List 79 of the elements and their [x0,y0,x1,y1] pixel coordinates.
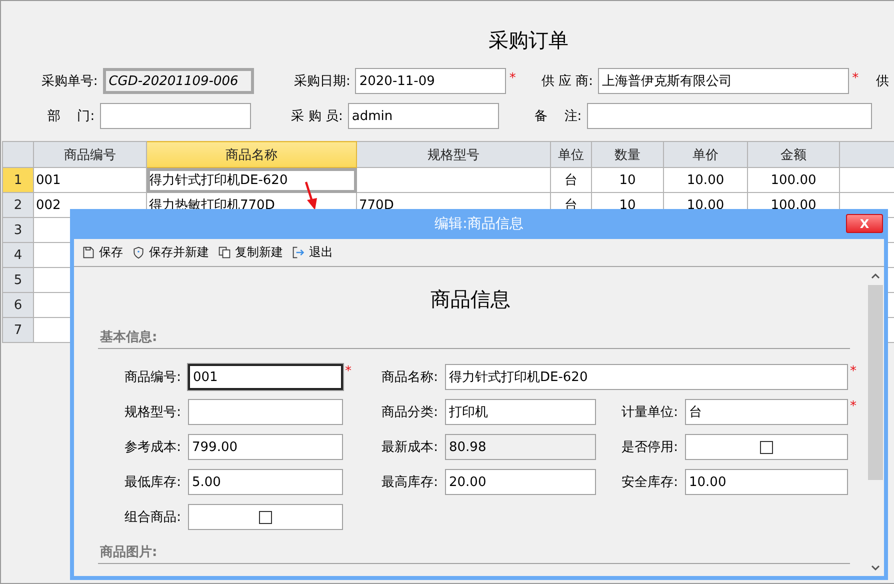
column-header[interactable]: 单价 [664,142,748,168]
arrow-icon [303,181,319,211]
column-header[interactable]: 规格型号 [356,142,550,168]
input-field[interactable]: 001 [188,364,343,390]
field-label: 组合商品: [124,509,182,526]
row-header[interactable]: 1 [2,168,34,192]
checkbox[interactable] [760,440,773,454]
exit-icon [292,246,305,259]
form-heading: 商品信息 [430,286,512,313]
corner-cell [2,142,34,168]
dialog-title: 编辑:商品信息 [434,215,524,233]
input-field[interactable] [100,103,251,129]
input-field[interactable]: 5.00 [188,469,343,495]
row-header[interactable]: 3 [2,218,34,242]
section-title: 商品图片: [100,545,158,560]
row-header[interactable]: 6 [2,292,34,318]
scroll-thumb[interactable] [868,285,883,480]
required-mark: * [849,399,858,414]
field-label: 规格型号: [124,404,182,421]
input-field[interactable]: 上海普伊克斯有限公司 [598,68,850,94]
toolbar-button[interactable]: 保存并新建 [132,244,209,261]
field-label: 部 门: [48,109,95,124]
field-label: 是否停用: [620,439,679,456]
field-label: 供 应 商: [541,74,594,89]
input-field[interactable]: 台 [685,399,848,425]
floppy-icon [82,246,95,259]
input-field[interactable]: 得力针式打印机DE-620 [445,364,848,390]
checkbox[interactable] [259,510,272,524]
field-label: 最低库存: [124,474,182,491]
row-header[interactable]: 2 [2,192,34,218]
column-header[interactable]: 数量 [592,142,664,168]
field-label: 备 注: [534,109,582,124]
input-field[interactable]: 80.98 [445,434,596,460]
input-field[interactable]: 打印机 [445,399,596,425]
row-header[interactable]: 4 [2,242,34,268]
table-cell: 10.00 [664,168,748,192]
field-label: 采 购 员: [291,109,343,124]
table-cell: 100.00 [748,168,840,192]
toolbar-button[interactable]: 退出 [292,244,333,261]
column-header[interactable]: 商品编号 [34,142,146,168]
required-mark: * [508,71,517,88]
table-cell: 得力针式打印机DE-620 [146,168,356,192]
column-header[interactable]: 商品名称 [146,142,356,168]
field-label: 计量单位: [620,404,679,421]
scroll-down-icon[interactable] [871,565,880,571]
input-field[interactable]: admin [348,103,499,129]
input-field[interactable]: 799.00 [188,434,343,460]
shield-icon [132,246,145,259]
readonly-field[interactable]: CGD-20201109-006 [102,68,254,94]
copy-icon [218,246,231,259]
field-label: 采购日期: [294,74,350,89]
required-mark: * [851,71,860,88]
input-field[interactable] [586,103,872,129]
table-cell: 10 [592,168,664,192]
page-title: 采购订单 [488,27,570,54]
input-field[interactable]: 2020-11-09 [355,68,506,94]
field-label: 商品编号: [124,369,182,386]
field-label: 最高库存: [380,474,439,491]
input-field[interactable] [188,399,343,425]
required-mark: * [344,364,352,379]
field-label: 最新成本: [380,439,439,456]
field-label: 采购单号: [41,74,98,89]
field-label: 商品分类: [380,404,439,421]
table-cell: 台 [550,168,592,192]
table-cell: 001 [34,168,146,192]
required-mark: * [849,364,858,379]
field-label: 商品名称: [380,369,439,386]
row-header[interactable]: 5 [2,268,34,292]
input-field[interactable]: 20.00 [445,469,596,495]
field-label: 参考成本: [124,439,182,456]
input-field[interactable]: 10.00 [685,469,848,495]
field-label: 供 [875,73,890,90]
column-header[interactable]: 金额 [748,142,840,168]
scroll-up-icon[interactable] [871,273,880,279]
section-title: 基本信息: [100,330,158,345]
field-label: 安全库存: [620,474,679,491]
toolbar-button[interactable]: 复制新建 [218,244,283,261]
column-header[interactable]: 单位 [550,142,592,168]
row-header[interactable]: 7 [2,318,34,342]
